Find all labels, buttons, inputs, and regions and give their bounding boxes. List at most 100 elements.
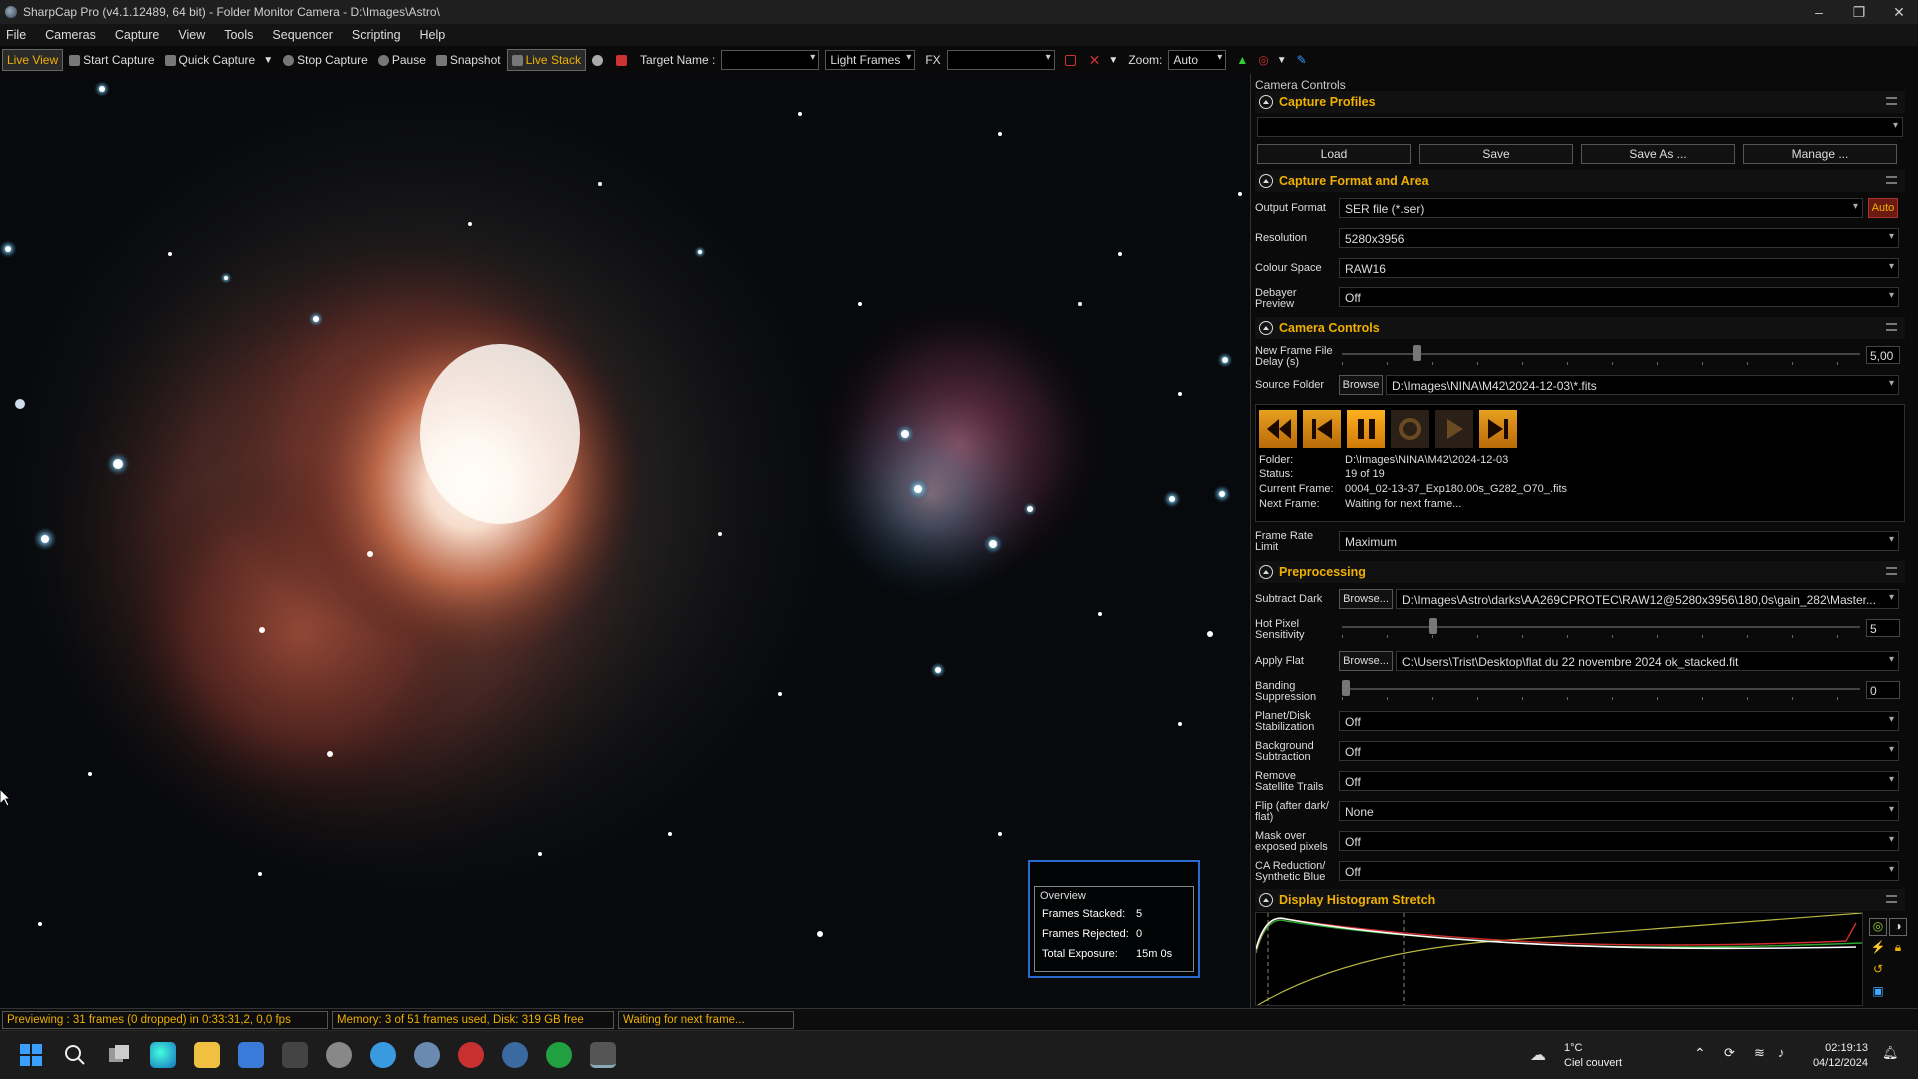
- zoom-combo[interactable]: Auto: [1168, 50, 1227, 70]
- save-button[interactable]: Save: [1419, 144, 1573, 164]
- store-icon[interactable]: [238, 1042, 264, 1068]
- collapse-icon[interactable]: [1259, 565, 1273, 579]
- menu-sequencer[interactable]: Sequencer: [272, 28, 332, 42]
- clock-time[interactable]: 02:19:13: [1808, 1042, 1868, 1054]
- debayer-select[interactable]: Off: [1339, 287, 1899, 307]
- bg-sub-select[interactable]: Off: [1339, 741, 1899, 761]
- histogram-chart[interactable]: [1255, 912, 1863, 1006]
- frame-rate-select[interactable]: Maximum: [1339, 531, 1899, 551]
- tray-chevron-icon[interactable]: ⌃: [1694, 1045, 1706, 1062]
- close-button[interactable]: ✕: [1876, 0, 1918, 24]
- histogram-button[interactable]: ▲: [1232, 49, 1252, 71]
- timelapse-button[interactable]: [612, 49, 634, 71]
- browse-folder-button[interactable]: Browse: [1339, 375, 1383, 395]
- collapse-icon[interactable]: [1259, 95, 1273, 109]
- collapse-icon[interactable]: [1259, 893, 1273, 907]
- camera-controls-header[interactable]: Camera Controls: [1255, 317, 1905, 339]
- auto-stretch-icon[interactable]: ◎: [1869, 918, 1887, 936]
- ca-select[interactable]: Off: [1339, 861, 1899, 881]
- reticle-button[interactable]: [1061, 49, 1083, 71]
- menu-tools[interactable]: Tools: [224, 28, 253, 42]
- stop-capture-button[interactable]: Stop Capture: [279, 49, 372, 71]
- menu-scripting[interactable]: Scripting: [352, 28, 401, 42]
- settings-icon[interactable]: [414, 1042, 440, 1068]
- manage-button[interactable]: Manage ...: [1743, 144, 1897, 164]
- colour-space-select[interactable]: RAW16: [1339, 258, 1899, 278]
- lightning-icon[interactable]: ⚡: [1869, 940, 1887, 958]
- flat-browse-button[interactable]: Browse...: [1339, 651, 1393, 671]
- profile-select[interactable]: [1257, 117, 1903, 137]
- banding-value[interactable]: 0: [1866, 681, 1900, 699]
- file-explorer-icon[interactable]: [194, 1042, 220, 1068]
- app-icon-1[interactable]: [326, 1042, 352, 1068]
- contrast-icon[interactable]: ◑: [1889, 918, 1907, 936]
- resolution-select[interactable]: 5280x3956: [1339, 228, 1899, 248]
- subtract-dark-select[interactable]: D:\Images\Astro\darks\AA269CPROTEC\RAW12…: [1396, 589, 1899, 609]
- app-icon-2[interactable]: [370, 1042, 396, 1068]
- slider-thumb[interactable]: [1342, 680, 1350, 696]
- menu-icon[interactable]: [1886, 97, 1897, 105]
- quick-capture-button[interactable]: Quick Capture ▼: [161, 49, 278, 71]
- capture-format-header[interactable]: Capture Format and Area: [1255, 170, 1905, 192]
- tools-button[interactable]: ✎: [1293, 49, 1311, 71]
- dark-browse-button[interactable]: Browse...: [1339, 589, 1393, 609]
- banding-slider[interactable]: [1342, 680, 1860, 700]
- menu-file[interactable]: File: [6, 28, 26, 42]
- edge-icon[interactable]: [150, 1042, 176, 1068]
- source-folder-select[interactable]: D:\Images\NINA\M42\2024-12-03\*.fits: [1386, 375, 1899, 395]
- frame-type-combo[interactable]: Light Frames: [825, 50, 916, 70]
- rewind-icon[interactable]: [1259, 410, 1297, 448]
- speaker-icon[interactable]: ♪: [1778, 1045, 1785, 1060]
- menu-icon[interactable]: [1886, 323, 1897, 331]
- apply-flat-select[interactable]: C:\Users\Trist\Desktop\flat du 22 novemb…: [1396, 651, 1899, 671]
- slider-thumb[interactable]: [1413, 345, 1422, 361]
- lock-icon[interactable]: 🔒︎: [1889, 940, 1907, 958]
- pause-button[interactable]: Pause: [374, 49, 430, 71]
- menu-icon[interactable]: [1886, 567, 1897, 575]
- live-stack-button[interactable]: Live Stack: [506, 49, 586, 71]
- menu-cameras[interactable]: Cameras: [45, 28, 96, 42]
- save-as-button[interactable]: Save As ...: [1581, 144, 1735, 164]
- menu-icon[interactable]: [1886, 895, 1897, 903]
- planet-stab-select[interactable]: Off: [1339, 711, 1899, 731]
- auto-button[interactable]: Auto: [1868, 198, 1898, 218]
- hot-pixel-value[interactable]: 5: [1866, 619, 1900, 637]
- live-view-button[interactable]: Live View: [2, 49, 64, 71]
- focus-button[interactable]: ◎ ▼: [1254, 49, 1290, 71]
- sharpcap-taskbar-icon[interactable]: [590, 1042, 616, 1068]
- menu-capture[interactable]: Capture: [115, 28, 159, 42]
- target-name-combo[interactable]: [721, 50, 820, 70]
- skip-back-icon[interactable]: [1303, 410, 1341, 448]
- menu-view[interactable]: View: [178, 28, 205, 42]
- app-icon-5[interactable]: [546, 1042, 572, 1068]
- hot-pixel-slider[interactable]: [1342, 618, 1860, 638]
- sync-icon[interactable]: ⟳: [1724, 1045, 1735, 1061]
- crosshair-button[interactable]: ✕ ▼: [1085, 49, 1123, 71]
- capture-profiles-header[interactable]: Capture Profiles: [1255, 91, 1905, 113]
- collapse-icon[interactable]: [1259, 321, 1273, 335]
- collapse-icon[interactable]: [1259, 174, 1273, 188]
- frame-delay-value[interactable]: 5,00: [1866, 346, 1900, 364]
- reset-icon[interactable]: ↺: [1869, 962, 1887, 980]
- circle-tool-button[interactable]: [588, 49, 610, 71]
- mask-select[interactable]: Off: [1339, 831, 1899, 851]
- search-icon[interactable]: [62, 1042, 88, 1068]
- flip-select[interactable]: None: [1339, 801, 1899, 821]
- preprocessing-header[interactable]: Preprocessing: [1255, 561, 1905, 583]
- output-format-select[interactable]: SER file (*.ser): [1339, 198, 1863, 218]
- skip-forward-icon[interactable]: [1479, 410, 1517, 448]
- menu-help[interactable]: Help: [420, 28, 446, 42]
- save-disk-icon[interactable]: ▣: [1869, 984, 1887, 1002]
- pause-icon[interactable]: [1347, 410, 1385, 448]
- frame-delay-slider[interactable]: [1342, 345, 1860, 365]
- clock-date[interactable]: 04/12/2024: [1808, 1057, 1868, 1069]
- snapshot-button[interactable]: Snapshot: [432, 49, 505, 71]
- notification-icon[interactable]: 🔔︎: [1882, 1045, 1899, 1061]
- fx-combo[interactable]: [946, 50, 1055, 70]
- start-capture-button[interactable]: Start Capture: [65, 49, 158, 71]
- histogram-header[interactable]: Display Histogram Stretch: [1255, 889, 1905, 911]
- satellite-select[interactable]: Off: [1339, 771, 1899, 791]
- slider-thumb[interactable]: [1428, 618, 1437, 634]
- app-icon-4[interactable]: [502, 1042, 528, 1068]
- windows-start-icon[interactable]: [18, 1042, 44, 1068]
